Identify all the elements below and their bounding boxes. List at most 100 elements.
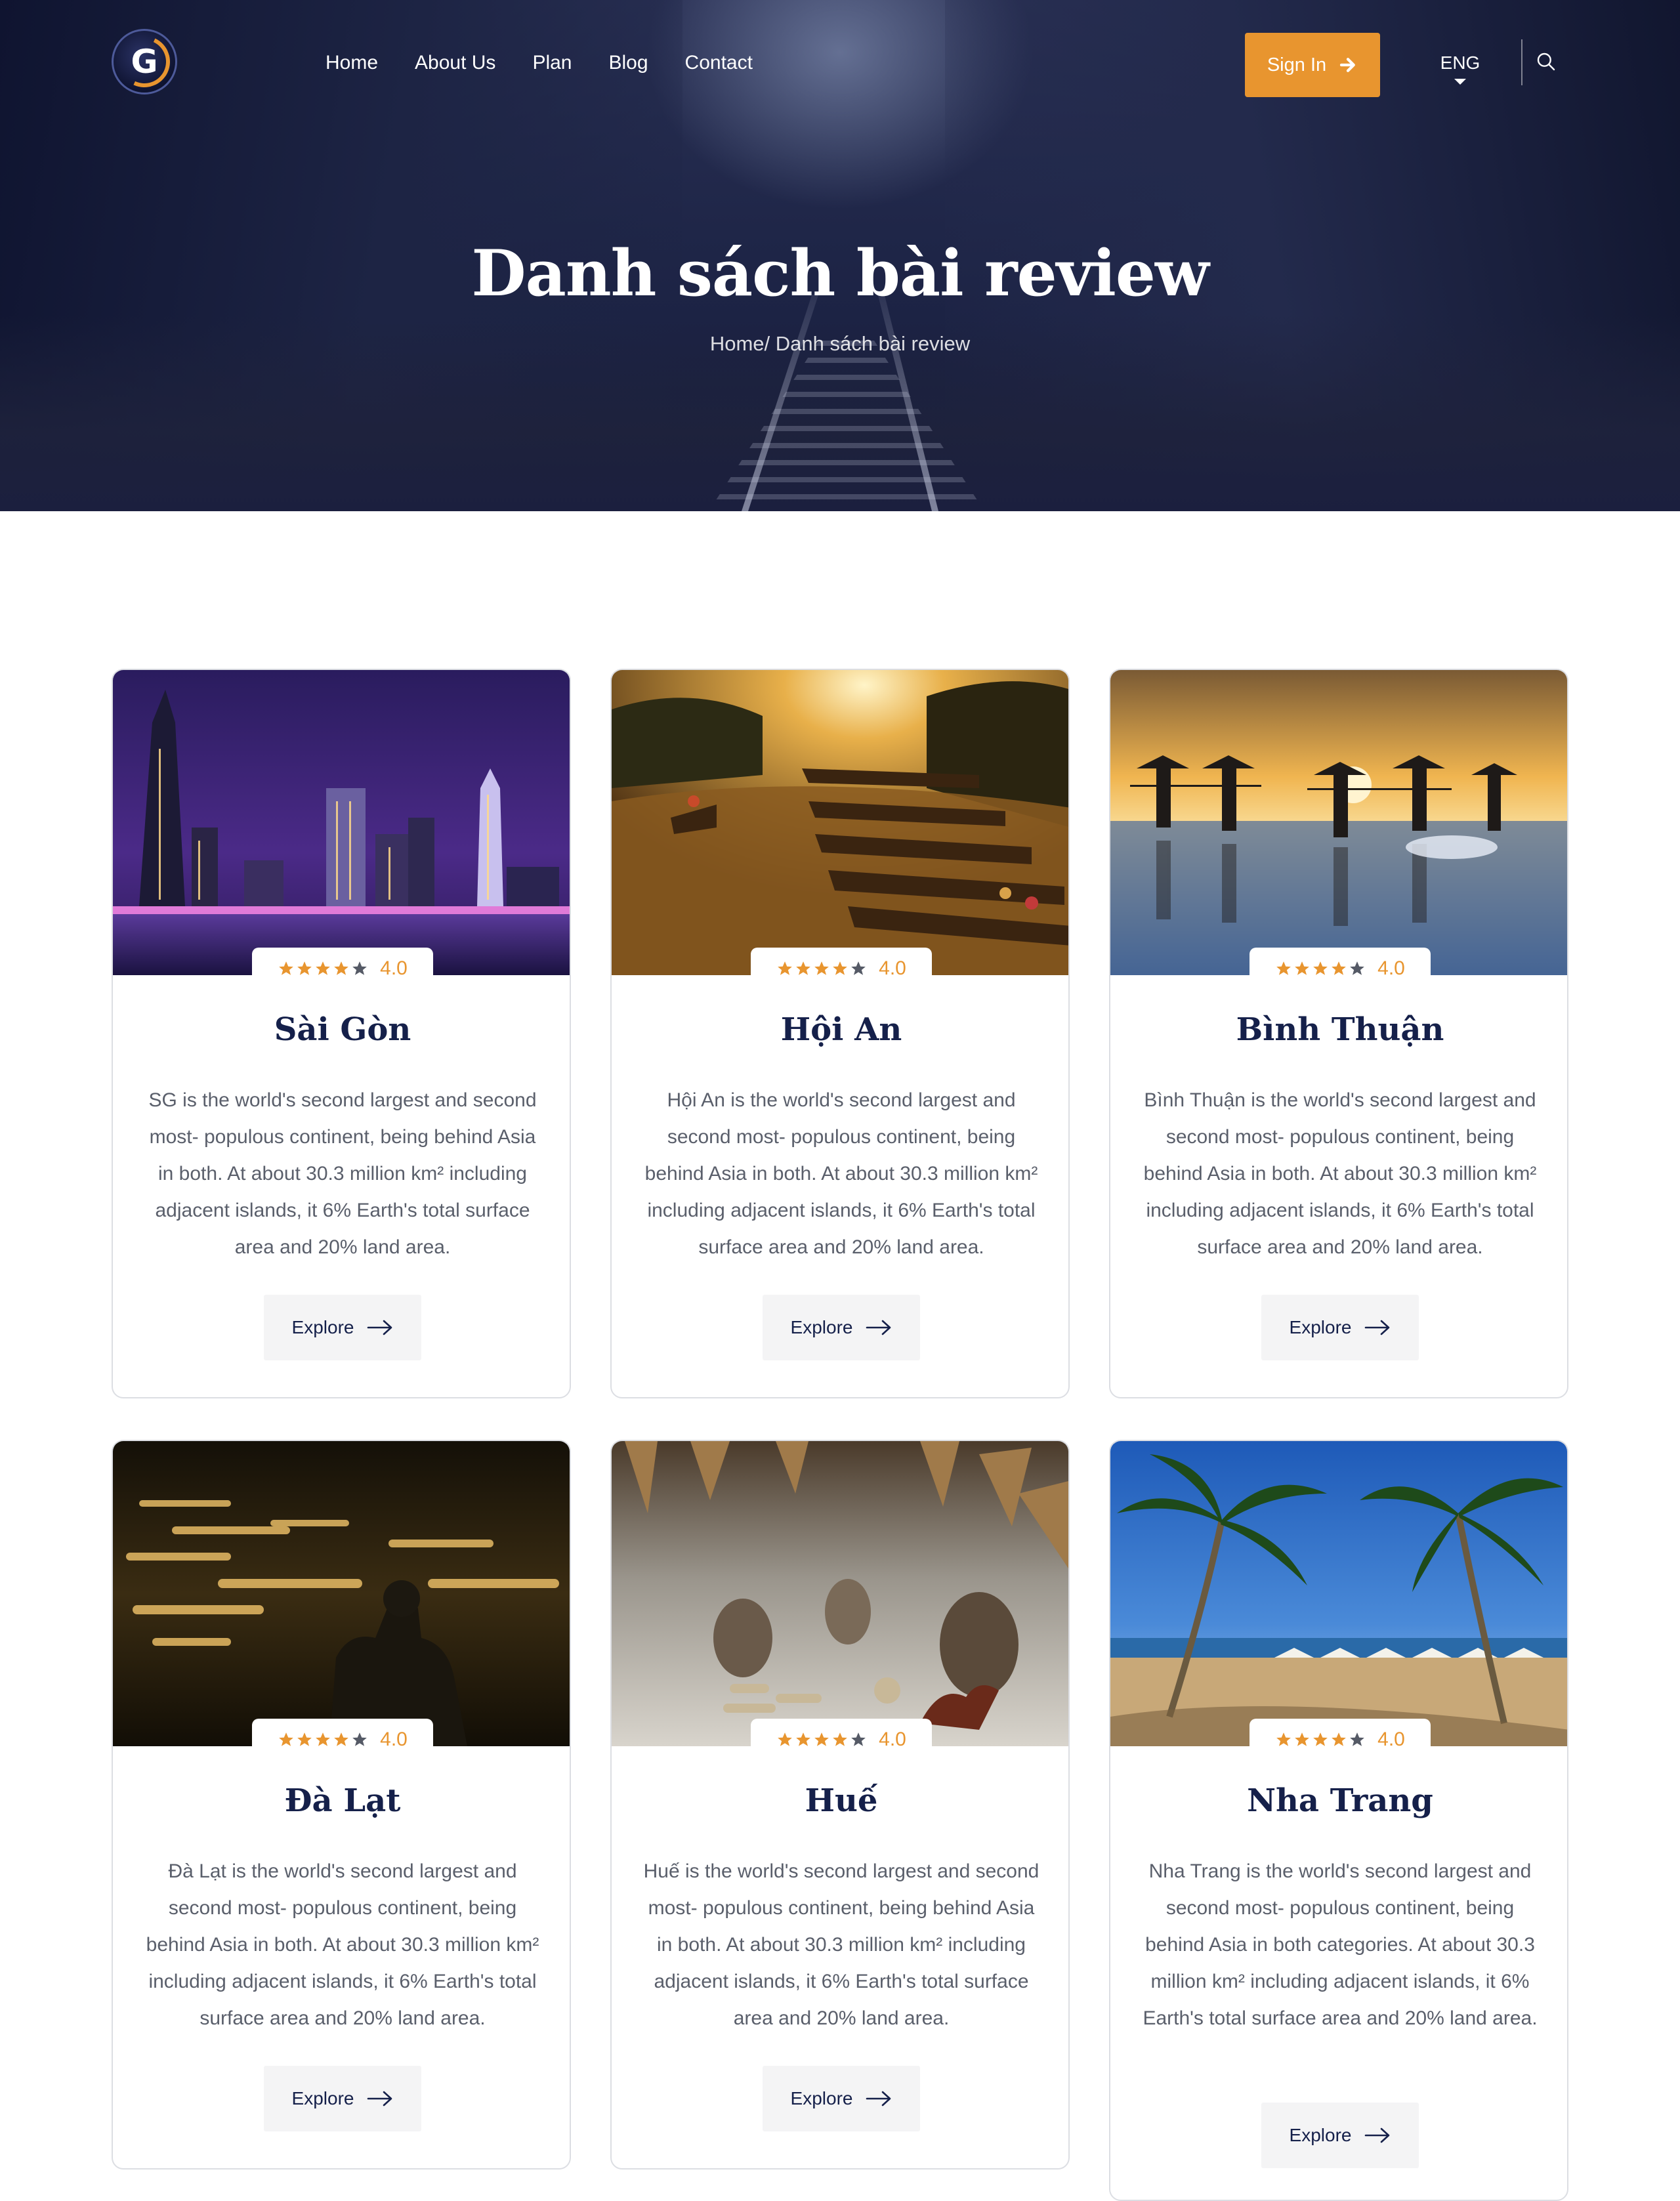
rating-value: 4.0 [1377, 957, 1405, 979]
card-image-hoian [612, 670, 1068, 975]
star-filled-icon [796, 1732, 810, 1746]
arrow-right-icon [1365, 1320, 1390, 1335]
explore-label: Explore [790, 2088, 853, 2108]
star-empty-icon [1350, 961, 1364, 975]
arrow-right-icon [368, 1320, 392, 1335]
review-card: 4.0 Đà Lạt Đà Lạt is the world's second … [112, 1440, 571, 2170]
star-empty-icon [352, 961, 367, 975]
rating-value: 4.0 [1377, 1729, 1405, 1750]
language-label: ENG [1440, 52, 1480, 73]
rating-value: 4.0 [380, 957, 408, 979]
star-filled-icon [297, 1732, 312, 1746]
menu-item-contact[interactable]: Contact [685, 49, 753, 77]
rating-value: 4.0 [380, 1729, 408, 1750]
star-filled-icon [279, 1732, 293, 1746]
search-icon[interactable] [1536, 51, 1557, 72]
star-filled-icon [1313, 961, 1328, 975]
star-filled-icon [1276, 961, 1291, 975]
card-description: Huế is the world's second largest and se… [643, 1860, 1040, 2029]
star-rating [278, 960, 368, 977]
sign-in-label: Sign In [1267, 54, 1327, 75]
card-image-dalat [113, 1441, 570, 1746]
rating-badge: 4.0 [751, 1719, 932, 1761]
star-filled-icon [279, 961, 293, 975]
explore-button[interactable]: Explore [264, 2066, 421, 2131]
menu-item-plan[interactable]: Plan [532, 49, 572, 77]
explore-button[interactable]: Explore [1261, 2103, 1419, 2168]
rating-badge: 4.0 [1250, 948, 1431, 990]
card-description: Bình Thuận is the world's second largest… [1143, 1089, 1537, 1258]
menu-item-blog[interactable]: Blog [608, 49, 648, 77]
star-rating [776, 960, 867, 977]
star-empty-icon [352, 1732, 367, 1746]
card-title: Sài Gòn [274, 1011, 411, 1048]
star-rating [1275, 1731, 1366, 1748]
explore-label: Explore [790, 1317, 853, 1337]
star-filled-icon [1332, 961, 1346, 975]
arrow-right-icon [866, 2091, 891, 2107]
explore-button[interactable]: Explore [763, 1295, 920, 1360]
star-filled-icon [1332, 1732, 1346, 1746]
menu-item-home[interactable]: Home [326, 49, 378, 77]
arrow-right-icon [1365, 2128, 1390, 2143]
card-title: Đà Lạt [284, 1782, 401, 1819]
star-filled-icon [1295, 1732, 1309, 1746]
explore-label: Explore [291, 1317, 354, 1337]
logo[interactable]: G [112, 29, 177, 94]
explore-label: Explore [291, 2088, 354, 2108]
top-nav: G Home About Us Plan Blog Contact Sign I… [0, 0, 1680, 131]
arrow-right-icon [866, 1320, 891, 1335]
star-filled-icon [778, 961, 792, 975]
explore-button[interactable]: Explore [763, 2066, 920, 2131]
rating-value: 4.0 [879, 1729, 906, 1750]
review-card: 4.0 Huế Huế is the world's second larges… [610, 1440, 1070, 2170]
card-image-nhatrang [1110, 1441, 1567, 1746]
review-card: 4.0 Nha Trang Nha Trang is the world's s… [1109, 1440, 1568, 2201]
card-image-binhthuan [1110, 670, 1567, 975]
explore-label: Explore [1289, 2125, 1352, 2145]
arrow-right-icon [1340, 58, 1356, 72]
star-filled-icon [1313, 1732, 1328, 1746]
card-description: Nha Trang is the world's second largest … [1143, 1860, 1538, 2029]
card-title: Nha Trang [1247, 1782, 1433, 1819]
menu-item-about-us[interactable]: About Us [415, 49, 495, 77]
star-filled-icon [1295, 961, 1309, 975]
logo-letter: G [131, 43, 158, 81]
card-description: Hội An is the world's second largest and… [644, 1089, 1038, 1258]
star-filled-icon [814, 1732, 829, 1746]
star-filled-icon [297, 961, 312, 975]
rating-value: 4.0 [879, 957, 906, 979]
card-description: SG is the world's second largest and sec… [148, 1089, 537, 1258]
card-image-hue [612, 1441, 1068, 1746]
arrow-right-icon [368, 2091, 392, 2107]
star-rating [776, 1731, 867, 1748]
rating-badge: 4.0 [252, 948, 433, 990]
rating-badge: 4.0 [751, 948, 932, 990]
card-description: Đà Lạt is the world's second largest and… [146, 1860, 539, 2029]
star-empty-icon [851, 1732, 866, 1746]
star-empty-icon [851, 961, 866, 975]
star-filled-icon [833, 1732, 847, 1746]
star-filled-icon [316, 1732, 330, 1746]
star-filled-icon [334, 961, 348, 975]
star-empty-icon [1350, 1732, 1364, 1746]
card-title: Hội An [780, 1011, 902, 1048]
page-title: Danh sách bài review [471, 236, 1209, 310]
star-filled-icon [1276, 1732, 1291, 1746]
card-title: Bình Thuận [1236, 1011, 1444, 1048]
star-filled-icon [334, 1732, 348, 1746]
review-card: 4.0 Hội An Hội An is the world's second … [610, 669, 1070, 1398]
star-filled-icon [833, 961, 847, 975]
sign-in-button[interactable]: Sign In [1245, 33, 1380, 97]
rating-badge: 4.0 [252, 1719, 433, 1761]
star-filled-icon [778, 1732, 792, 1746]
card-title: Huế [805, 1782, 878, 1819]
star-filled-icon [796, 961, 810, 975]
explore-button[interactable]: Explore [264, 1295, 421, 1360]
caret-down-icon [1454, 79, 1466, 85]
explore-button[interactable]: Explore [1261, 1295, 1419, 1360]
explore-label: Explore [1289, 1317, 1352, 1337]
nav-divider [1521, 39, 1522, 85]
language-selector[interactable]: ENG [1437, 50, 1483, 85]
breadcrumb[interactable]: Home/ Danh sách bài review [0, 332, 1680, 356]
